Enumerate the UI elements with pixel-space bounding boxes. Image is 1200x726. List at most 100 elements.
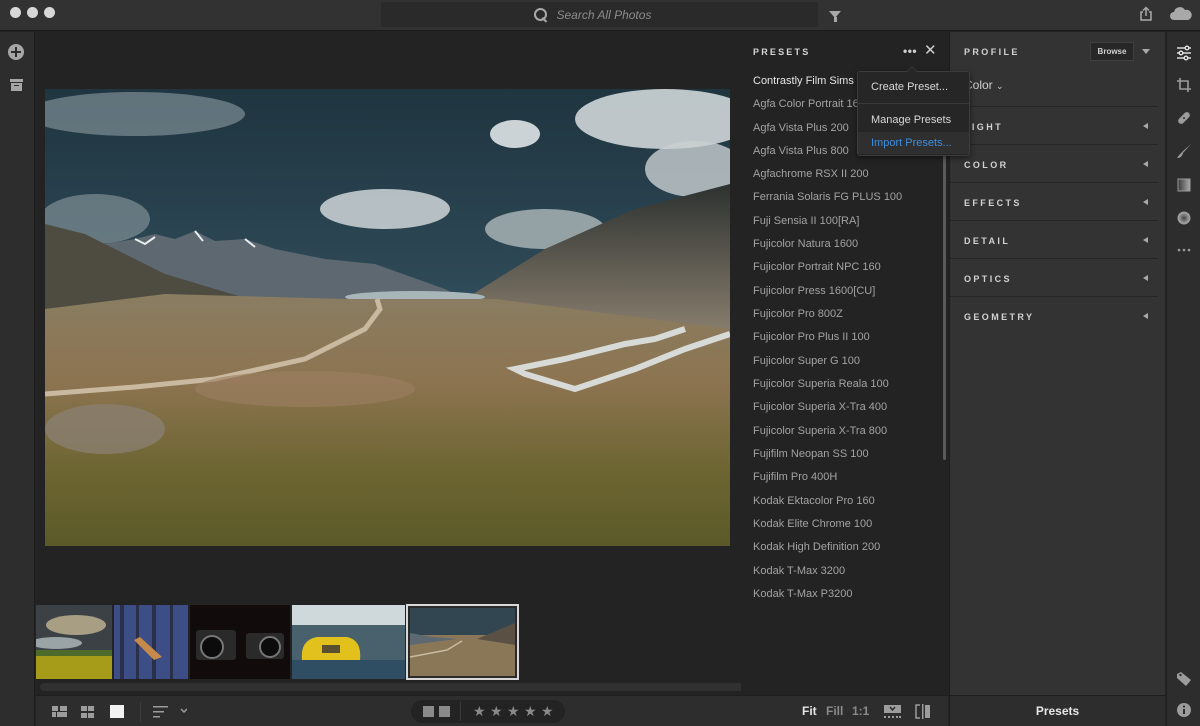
- title-bar: [0, 0, 1200, 31]
- preset-group[interactable]: Contrastly Film Sims: [753, 75, 854, 87]
- zoom-fill-button[interactable]: Fill: [826, 704, 843, 718]
- thumbnail[interactable]: [36, 605, 112, 679]
- preset-item[interactable]: Kodak Elite Chrome 100: [753, 518, 872, 530]
- expand-icon: [1143, 161, 1148, 167]
- thumbnail[interactable]: [292, 605, 405, 679]
- section-color[interactable]: COLOR: [950, 144, 1158, 182]
- flag-reject-icon[interactable]: [439, 706, 450, 717]
- main-photo[interactable]: [45, 89, 730, 546]
- rating-star-3[interactable]: ★: [507, 703, 520, 719]
- window-zoom-dot[interactable]: [44, 7, 55, 18]
- flag-rating-group: ★ ★ ★ ★ ★: [411, 700, 565, 723]
- crop-rotate-icon[interactable]: [1176, 77, 1192, 93]
- pill-divider: [460, 702, 461, 721]
- preset-item[interactable]: Kodak Ektacolor Pro 160: [753, 495, 875, 507]
- search-input[interactable]: [556, 7, 667, 22]
- square-grid-icon[interactable]: [81, 706, 94, 718]
- filter-button[interactable]: [820, 2, 850, 27]
- preset-item[interactable]: Fujicolor Portrait NPC 160: [753, 261, 881, 273]
- thumbnail[interactable]: [190, 605, 290, 679]
- rating-star-1[interactable]: ★: [473, 703, 486, 719]
- thumbnail[interactable]: [114, 605, 188, 679]
- menu-divider: [858, 103, 969, 104]
- tag-icon[interactable]: [1176, 671, 1192, 687]
- preset-item[interactable]: Fujifilm Neopan SS 100: [753, 448, 869, 460]
- preset-item[interactable]: Fujicolor Super G 100: [753, 355, 860, 367]
- section-optics[interactable]: OPTICS: [950, 258, 1158, 296]
- edit-sliders-icon[interactable]: [1176, 45, 1192, 61]
- preset-item[interactable]: Agfachrome RSX II 200: [753, 168, 869, 180]
- presets-close-button[interactable]: ✕: [924, 43, 937, 58]
- presets-menu: Create Preset... Manage Presets Import P…: [857, 66, 970, 156]
- info-icon[interactable]: [1176, 702, 1192, 718]
- preset-item[interactable]: Agfa Vista Plus 800: [753, 145, 849, 157]
- preset-item[interactable]: Fujicolor Pro Plus II 100: [753, 331, 870, 343]
- expand-icon: [1143, 313, 1148, 319]
- filmstrip-toggle-icon[interactable]: [884, 705, 901, 718]
- detail-view-icon[interactable]: [110, 705, 124, 718]
- section-title: COLOR: [964, 160, 1009, 170]
- preset-item[interactable]: Agfa Color Portrait 160: [753, 98, 865, 110]
- search-bar[interactable]: [381, 2, 818, 27]
- more-icon[interactable]: [1176, 242, 1192, 258]
- lightroom-window: PRESETS ••• ✕ Contrastly Film Sims Agfa …: [0, 0, 1200, 726]
- window-close-dot[interactable]: [10, 7, 21, 18]
- brush-icon[interactable]: [1176, 143, 1192, 159]
- preset-item[interactable]: Fujicolor Superia Reala 100: [753, 378, 889, 390]
- share-icon[interactable]: [1138, 6, 1154, 22]
- section-title: DETAIL: [964, 236, 1011, 246]
- section-title: OPTICS: [964, 274, 1012, 284]
- zoom-fit-button[interactable]: Fit: [802, 704, 817, 718]
- preset-item[interactable]: Fujicolor Press 1600[CU]: [753, 285, 875, 297]
- chevron-down-icon: ⌄: [996, 81, 1004, 91]
- preset-item[interactable]: Fujifilm Pro 400H: [753, 471, 837, 483]
- rating-star-2[interactable]: ★: [490, 703, 503, 719]
- preset-item[interactable]: Fuji Sensia II 100[RA]: [753, 215, 859, 227]
- preset-item[interactable]: Fujicolor Superia X-Tra 800: [753, 425, 887, 437]
- preset-item[interactable]: Fujicolor Pro 800Z: [753, 308, 843, 320]
- preset-item[interactable]: Agfa Vista Plus 200: [753, 122, 849, 134]
- toolbar-divider: [140, 702, 141, 722]
- rating-star-4[interactable]: ★: [524, 703, 537, 719]
- radial-gradient-icon[interactable]: [1176, 210, 1192, 226]
- import-presets-menu-item[interactable]: Import Presets...: [858, 132, 969, 154]
- presets-footer-label: Presets: [1035, 704, 1080, 718]
- profile-collapse-icon[interactable]: [1142, 49, 1150, 54]
- create-preset-menu-item[interactable]: Create Preset...: [858, 72, 969, 103]
- manage-presets-menu-item[interactable]: Manage Presets: [858, 110, 969, 130]
- section-detail[interactable]: DETAIL: [950, 220, 1158, 258]
- archive-icon[interactable]: [10, 79, 23, 91]
- preset-item[interactable]: Fujicolor Superia X-Tra 400: [753, 401, 887, 413]
- expand-icon: [1143, 199, 1148, 205]
- cloud-icon[interactable]: [1170, 6, 1192, 20]
- healing-brush-icon[interactable]: [1176, 110, 1192, 126]
- presets-toggle-button[interactable]: Presets: [949, 695, 1165, 726]
- add-photos-icon[interactable]: [8, 44, 24, 60]
- thumbnail[interactable]: [406, 604, 519, 680]
- preset-item[interactable]: Kodak T-Max 3200: [753, 565, 845, 577]
- window-minimize-dot[interactable]: [27, 7, 38, 18]
- browse-profiles-button[interactable]: Browse: [1090, 42, 1134, 61]
- section-effects[interactable]: EFFECTS: [950, 182, 1158, 220]
- section-title: GEOMETRY: [964, 312, 1035, 322]
- bottom-toolbar: ★ ★ ★ ★ ★ Fit Fill 1:1: [36, 695, 948, 726]
- linear-gradient-icon[interactable]: [1176, 177, 1192, 193]
- section-light[interactable]: LIGHT: [950, 106, 1158, 144]
- preset-item[interactable]: Ferrania Solaris FG PLUS 100: [753, 191, 902, 203]
- section-title: EFFECTS: [964, 198, 1022, 208]
- zoom-1to1-button[interactable]: 1:1: [852, 704, 869, 718]
- search-icon: [533, 7, 549, 23]
- sort-icon[interactable]: [153, 705, 187, 718]
- preset-item[interactable]: Kodak T-Max P3200: [753, 588, 852, 600]
- left-rail: [0, 32, 35, 726]
- preset-item[interactable]: Kodak High Definition 200: [753, 541, 880, 553]
- flag-pick-icon[interactable]: [423, 706, 434, 717]
- photo-grid-icon[interactable]: [52, 706, 67, 717]
- expand-icon: [1143, 123, 1148, 129]
- presets-more-button[interactable]: •••: [903, 45, 917, 57]
- tool-rail: [1166, 32, 1200, 726]
- preset-item[interactable]: Fujicolor Natura 1600: [753, 238, 858, 250]
- rating-star-5[interactable]: ★: [541, 703, 554, 719]
- section-geometry[interactable]: GEOMETRY: [950, 296, 1158, 334]
- compare-icon[interactable]: [915, 704, 931, 719]
